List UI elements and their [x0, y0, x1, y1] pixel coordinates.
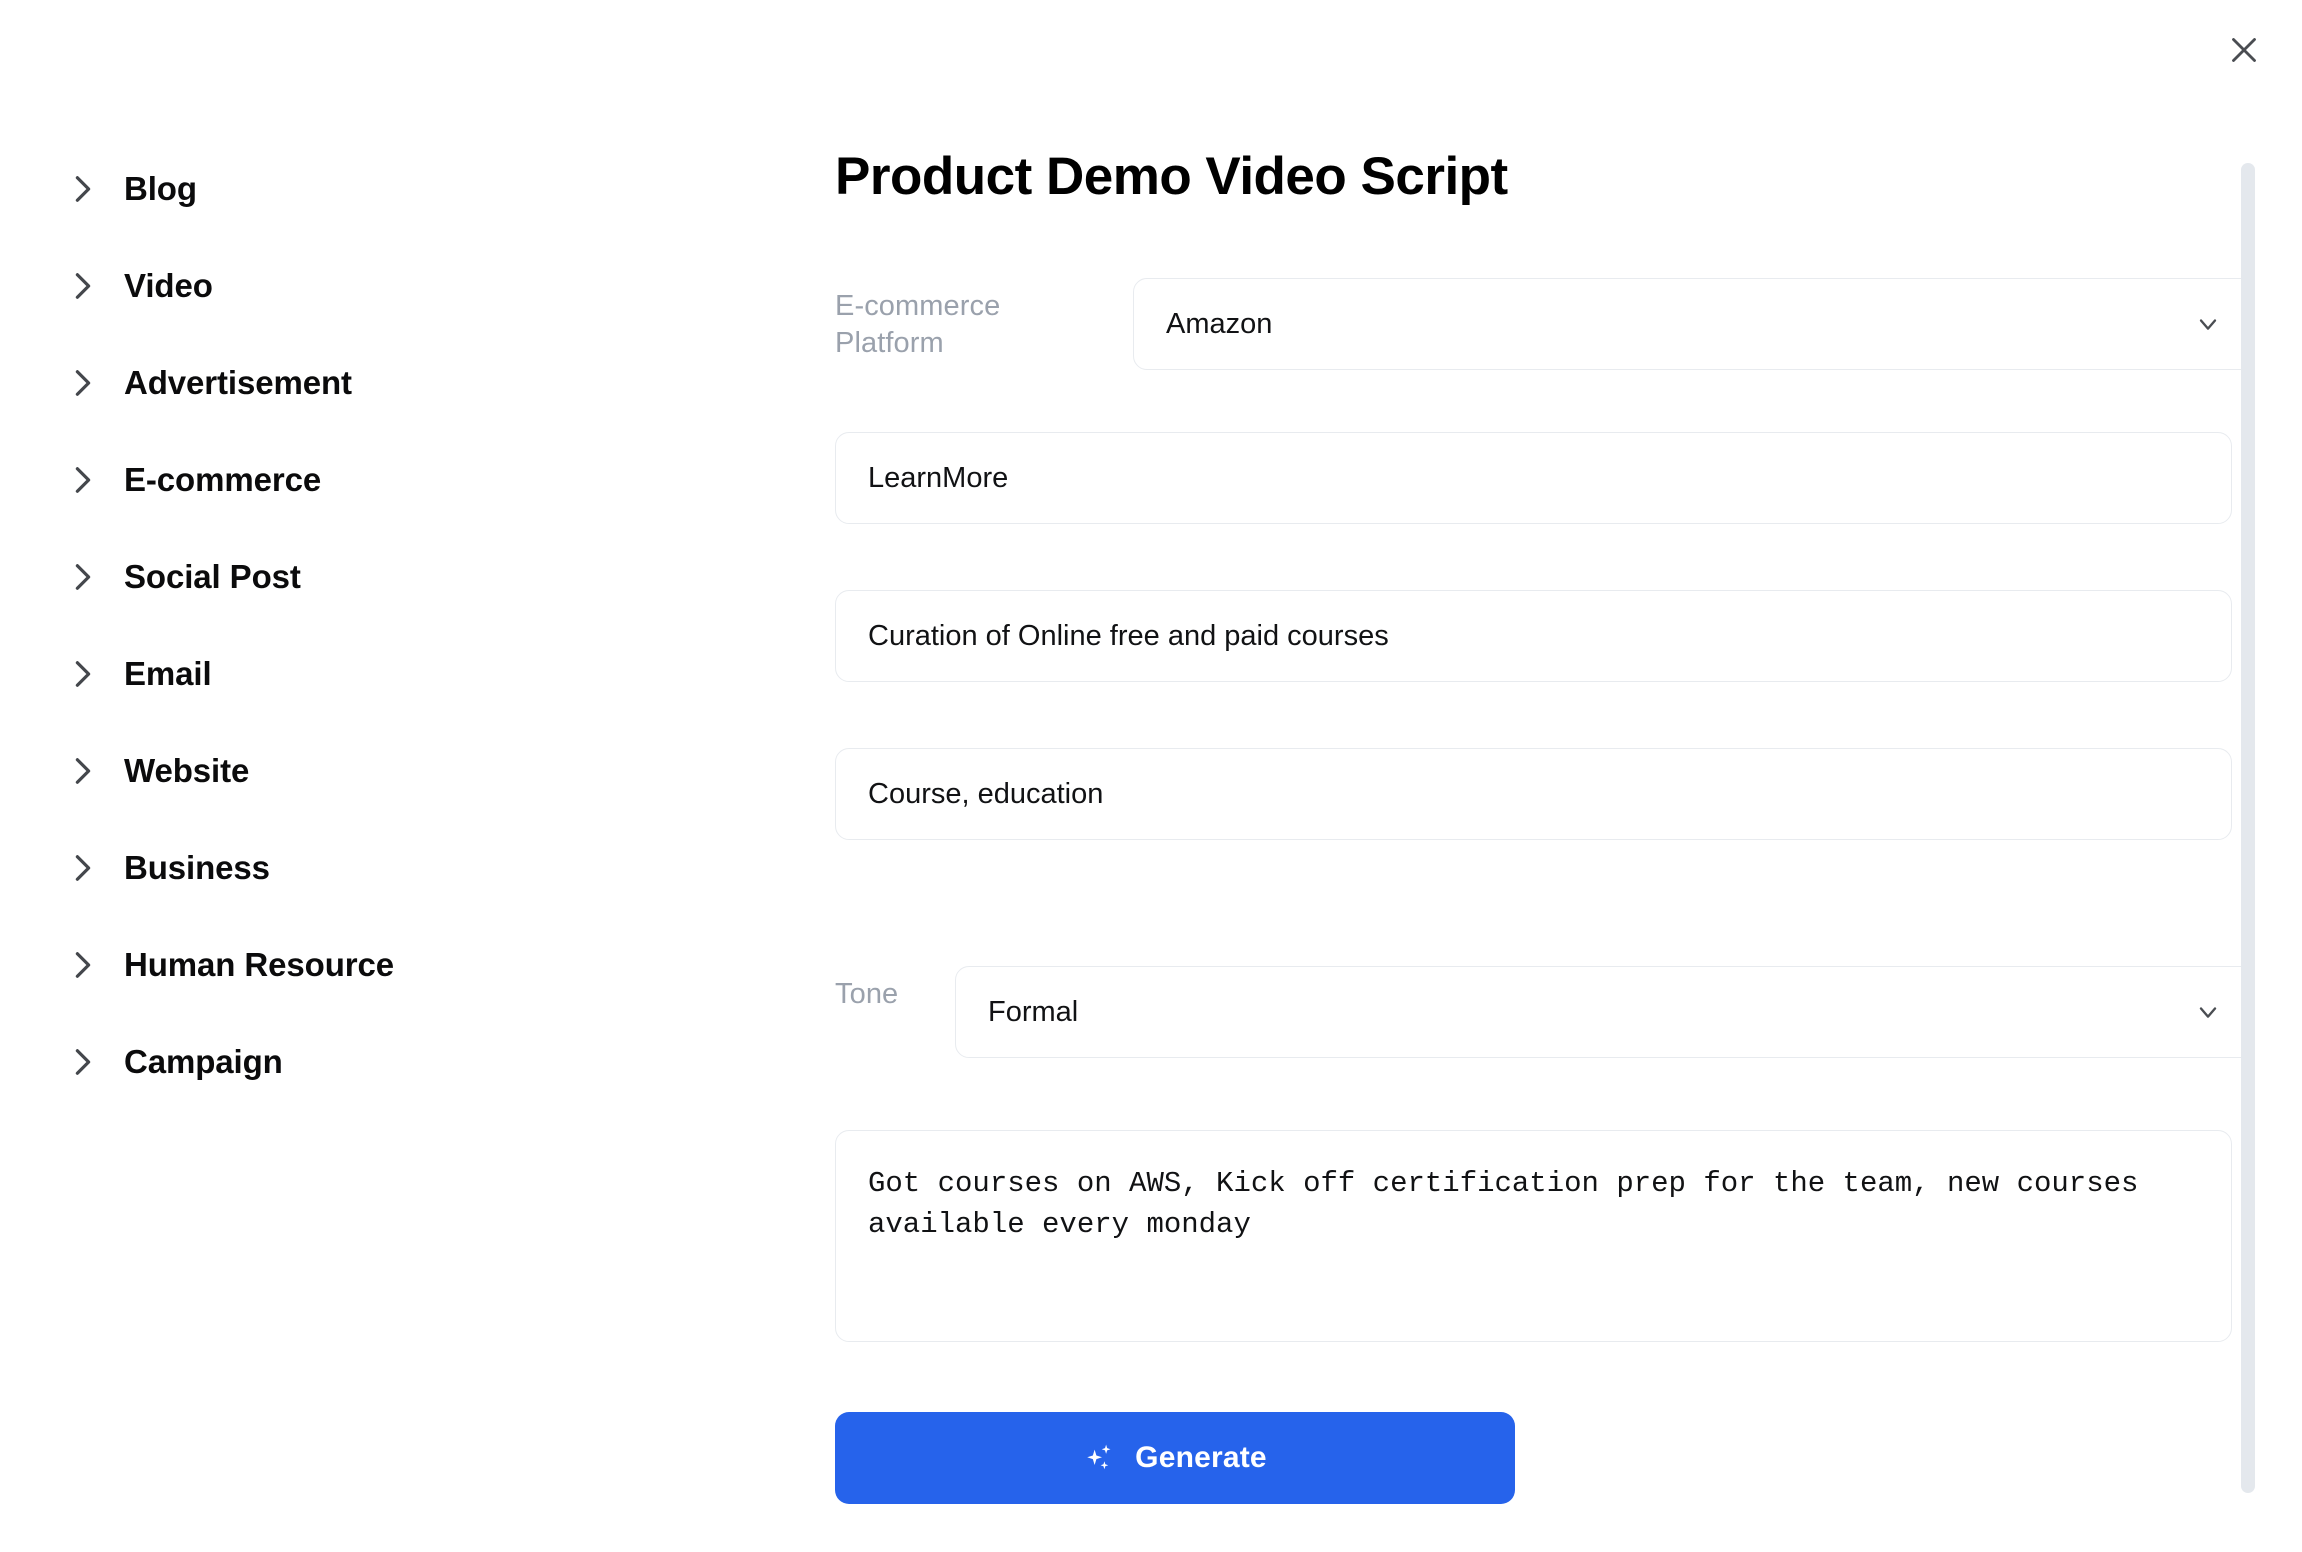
sidebar-item-label: Video — [124, 267, 213, 304]
sidebar-item-e-commerce[interactable]: E-commerce — [72, 451, 760, 508]
sidebar-item-label: Social Post — [124, 558, 301, 595]
sidebar-item-label: Blog — [124, 170, 197, 207]
tone-select[interactable]: Formal — [955, 966, 2255, 1058]
platform-field-label: E-commerce Platform — [835, 290, 1001, 360]
chevron-right-icon — [75, 369, 91, 396]
product-name-input[interactable] — [835, 432, 2232, 524]
sidebar-item-business[interactable]: Business — [72, 839, 760, 896]
close-button[interactable] — [2216, 22, 2272, 78]
sidebar-item-campaign[interactable]: Campaign — [72, 1033, 760, 1090]
sidebar-item-label: Human Resource — [124, 946, 395, 983]
sidebar-item-label: E-commerce — [124, 461, 322, 498]
chevron-down-icon — [2199, 1007, 2217, 1018]
sparkle-icon — [1087, 1444, 1111, 1470]
tone-select-value: Formal — [988, 995, 1079, 1028]
sidebar-item-label: Email — [124, 655, 212, 692]
platform-select[interactable]: Amazon — [1133, 278, 2255, 370]
chevron-right-icon — [75, 951, 91, 978]
chevron-right-icon — [75, 757, 91, 784]
chevron-down-icon — [2199, 319, 2217, 330]
product-description-input[interactable] — [835, 590, 2232, 682]
generate-button-label: Generate — [1135, 1441, 1267, 1474]
additional-details-textarea[interactable] — [835, 1130, 2232, 1342]
chevron-right-icon — [75, 854, 91, 881]
keywords-input[interactable] — [835, 748, 2232, 840]
sidebar-item-social-post[interactable]: Social Post — [72, 548, 760, 605]
sidebar-item-website[interactable]: Website — [72, 742, 760, 799]
sidebar-item-label: Business — [124, 849, 270, 886]
sidebar-item-label: Campaign — [124, 1043, 283, 1080]
sidebar-item-blog[interactable]: Blog — [72, 160, 760, 217]
chevron-right-icon — [75, 272, 91, 299]
generate-button[interactable]: Generate — [835, 1412, 1515, 1504]
sidebar-item-label: Website — [124, 752, 250, 789]
chevron-right-icon — [75, 1048, 91, 1075]
chevron-right-icon — [75, 563, 91, 590]
sidebar-item-advertisement[interactable]: Advertisement — [72, 354, 760, 411]
chevron-right-icon — [75, 175, 91, 202]
chevron-right-icon — [75, 466, 91, 493]
platform-select-value: Amazon — [1166, 307, 1273, 340]
close-icon — [2226, 32, 2262, 68]
generator-form-panel: Product Demo Video Script E-commerce Pla… — [835, 0, 2302, 1552]
chevron-right-icon — [75, 660, 91, 687]
sidebar-item-human-resource[interactable]: Human Resource — [72, 936, 760, 993]
sidebar-item-video[interactable]: Video — [72, 257, 760, 314]
page-title: Product Demo Video Script — [835, 147, 1508, 206]
modal-dialog: Blog Video Advertisement E-commerce Soci… — [0, 0, 2302, 1552]
vertical-scrollbar-thumb[interactable] — [2241, 163, 2255, 1493]
category-sidebar: Blog Video Advertisement E-commerce Soci… — [0, 160, 760, 1090]
sidebar-item-email[interactable]: Email — [72, 645, 760, 702]
sidebar-item-label: Advertisement — [124, 364, 352, 401]
